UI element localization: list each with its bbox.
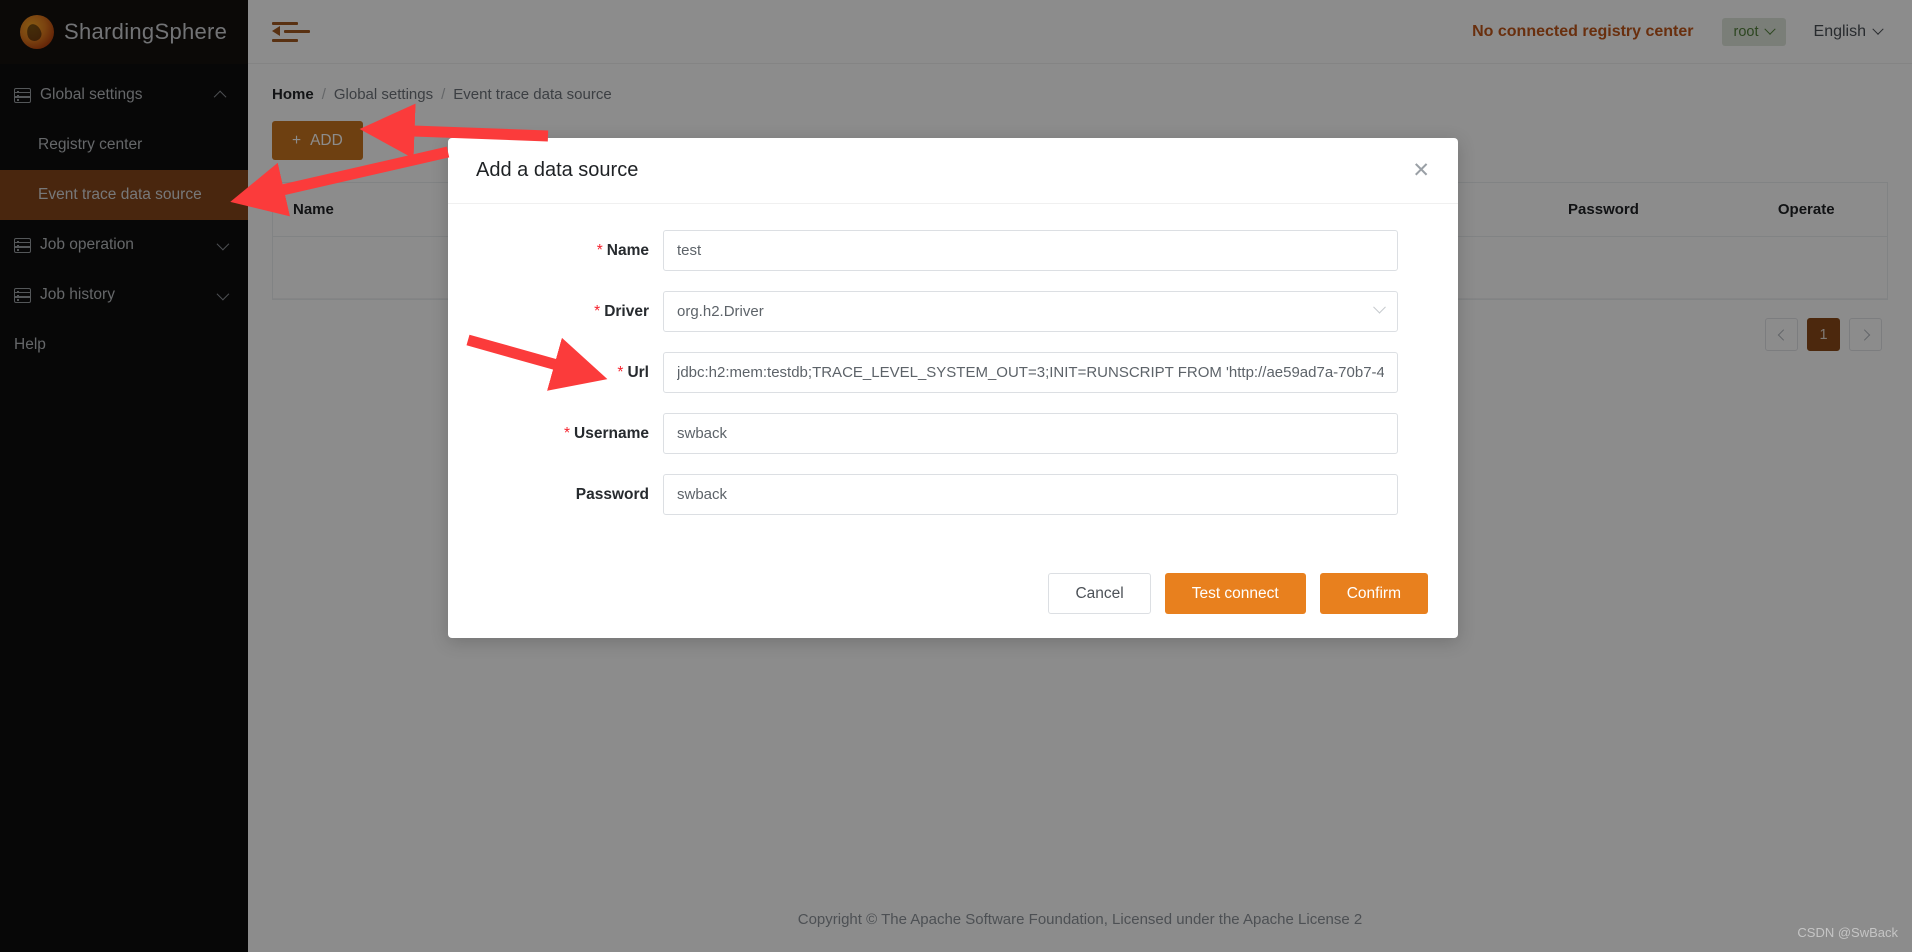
test-connect-button[interactable]: Test connect [1164,573,1306,614]
label-driver: * Driver [448,303,663,321]
driver-select-value: org.h2.Driver [677,303,764,320]
label-text: Url [627,363,649,381]
required-asterisk: * [594,302,601,320]
watermark: CSDN @SwBack [1797,925,1898,940]
driver-select[interactable]: org.h2.Driver [663,291,1398,332]
dialog-footer: Cancel Test connect Confirm [1048,573,1428,614]
label-text: Driver [604,302,649,320]
label-text: Password [575,485,649,503]
url-input[interactable] [677,364,1384,381]
form-row-url: * Url [448,352,1428,393]
username-field[interactable] [663,413,1398,454]
form-row-name: * Name [448,230,1428,271]
dialog-title: Add a data source [476,159,639,181]
app-root: ShardingSphere Global settings Registry … [0,0,1912,952]
label-password: Password [448,486,663,504]
close-icon[interactable]: ✕ [1412,160,1430,181]
add-data-source-dialog: Add a data source ✕ *Name *Driver org.h2… [448,138,1458,638]
name-field[interactable] [663,230,1398,271]
label-text: Name [606,241,649,259]
chevron-down-icon [1373,300,1386,314]
form-row-driver: * Driver org.h2.Driver [448,291,1428,332]
username-input[interactable] [677,425,1384,442]
form-row-username: * Username [448,413,1428,454]
name-input[interactable] [677,242,1384,259]
required-asterisk: * [617,363,624,381]
required-asterisk: * [563,424,571,442]
required-asterisk: * [596,241,603,259]
dialog-header: Add a data source ✕ [448,138,1458,204]
confirm-button[interactable]: Confirm [1319,573,1428,614]
password-field[interactable] [663,474,1398,515]
label-text: Username [574,424,649,442]
label-username: * Username [448,425,663,443]
label-url: * Url [448,364,663,382]
form-row-password: Password [448,474,1428,515]
label-name: * Name [448,242,663,260]
url-field[interactable] [663,352,1398,393]
password-input[interactable] [677,486,1384,503]
cancel-button[interactable]: Cancel [1048,573,1151,614]
dialog-body: *Name *Driver org.h2.Driver *Url [448,204,1458,515]
